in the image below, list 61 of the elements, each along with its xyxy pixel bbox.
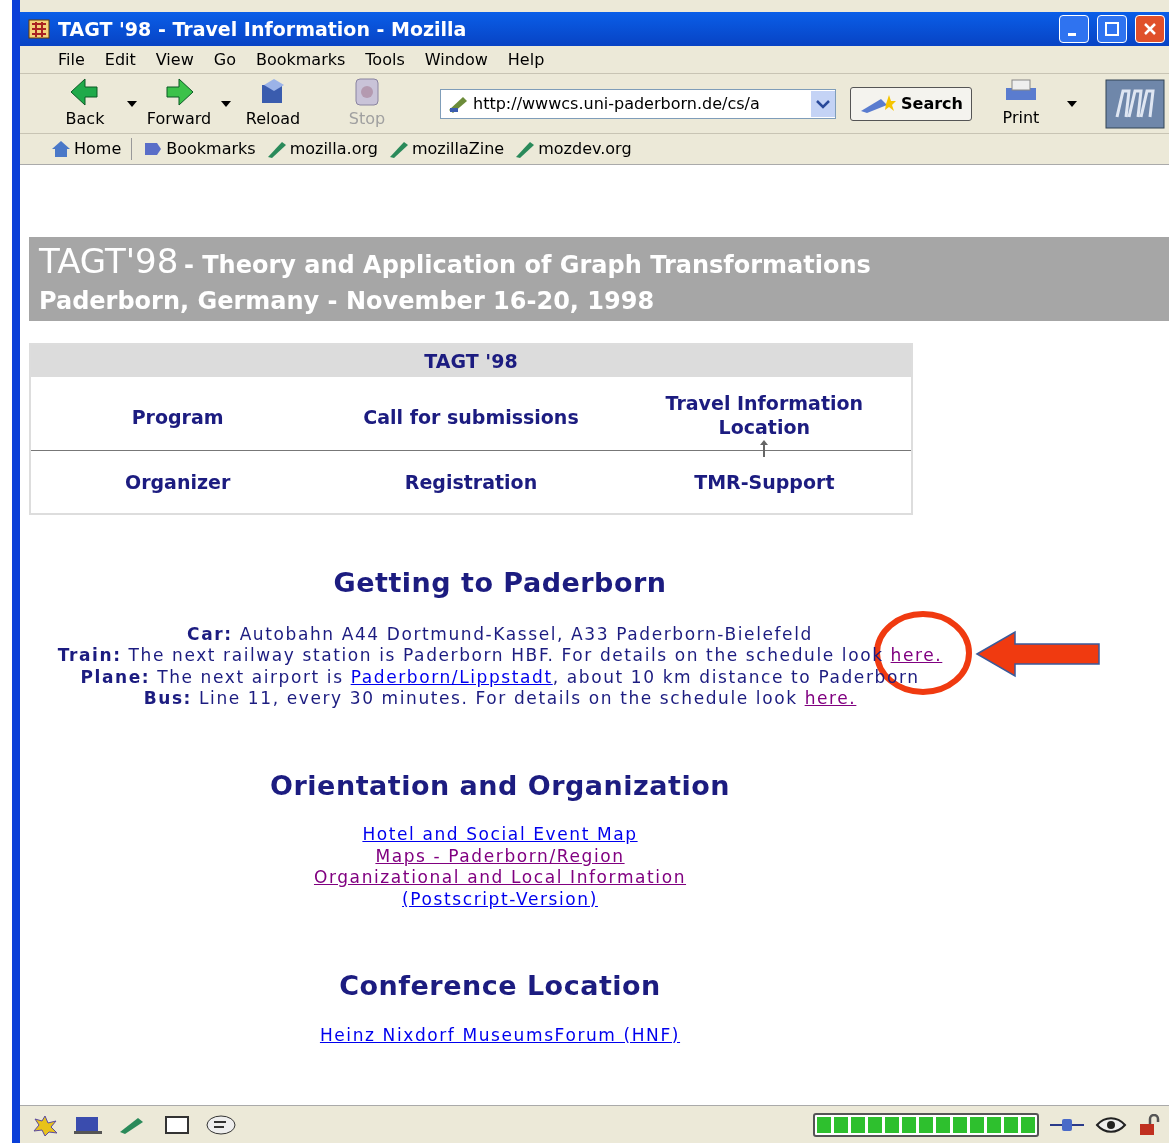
stop-icon [352, 76, 382, 107]
text-link[interactable]: (Postscript-Version) [402, 888, 598, 910]
close-icon [1142, 21, 1158, 37]
section-heading: Getting to Paderborn [333, 566, 667, 600]
minimize-button[interactable] [1059, 15, 1089, 43]
house-icon [50, 139, 72, 159]
caret-icon[interactable] [1065, 99, 1078, 108]
menu-item[interactable]: Help [499, 47, 553, 72]
nav-link[interactable]: Program [57, 405, 298, 429]
bookmark-link[interactable]: mozdev.org [514, 137, 632, 161]
section-heading: Orientation and Organization [270, 768, 730, 803]
window-title: TAGT '98 - Travel Information - Mozilla [58, 16, 468, 42]
close-button[interactable] [1135, 15, 1165, 43]
text-link[interactable]: Paderborn/Lippstadt [350, 666, 553, 687]
caret-icon[interactable] [126, 99, 138, 108]
print-button[interactable]: Print [1001, 77, 1040, 130]
banner-subtitle: Paderborn, Germany - November 16-20, 1998 [39, 285, 656, 316]
app-icon [28, 19, 50, 39]
menu-item[interactable]: Go [205, 47, 244, 72]
nav-link[interactable]: Registration [351, 470, 591, 494]
text-link[interactable]: here. [804, 688, 857, 708]
text-link[interactable]: Hotel and Social Event Map [362, 824, 638, 846]
pen-icon [387, 139, 410, 159]
menu-item[interactable]: View [147, 47, 202, 72]
menu-item[interactable]: File [50, 47, 93, 72]
toolbar-button[interactable]: Reload [238, 76, 308, 131]
url-field[interactable]: http://wwwcs.uni-paderborn.de/cs/a [440, 88, 836, 119]
bookmark-link[interactable]: mozillaZine [387, 137, 505, 161]
info-line: Bus: Line 11, every 30 minutes. For details on the schedule look here. [143, 688, 857, 710]
nav-link[interactable]: Organizer [57, 470, 298, 494]
nav-link[interactable]: TMR-Support [644, 470, 885, 494]
bookmark-link[interactable]: Bookmarks [142, 137, 256, 161]
search-button[interactable]: Search [850, 86, 972, 121]
maximize-button[interactable] [1097, 15, 1127, 43]
text-link[interactable]: Organizational and Local Information [313, 867, 687, 889]
menu-item[interactable]: Edit [96, 47, 144, 72]
toolbar-button[interactable]: Back [50, 76, 120, 131]
minimize-icon [1068, 32, 1076, 36]
banner-title: TAGT'98 - Theory and Application of Graph Transformations [39, 242, 872, 283]
nav-link[interactable]: Travel Information Location [644, 377, 885, 457]
chat-icon[interactable] [204, 1113, 238, 1136]
mozilla-logo [1105, 78, 1165, 129]
menu-item[interactable]: Window [416, 47, 496, 72]
menu-item[interactable]: Tools [357, 47, 413, 72]
text-link[interactable]: here. [890, 645, 943, 665]
dropdown-icon[interactable] [811, 90, 835, 117]
nav-title: TAGT '98 [31, 345, 911, 377]
bookmark-link[interactable]: mozilla.org [265, 137, 378, 161]
toolbar-button[interactable]: Forward [144, 76, 214, 131]
maximize-icon [1104, 21, 1120, 37]
up-arrow-icon [759, 439, 770, 457]
caret-icon[interactable] [220, 99, 232, 108]
pen-icon [265, 139, 288, 159]
menu-item[interactable]: Bookmarks [247, 47, 354, 72]
text-link[interactable]: Maps - Paderborn/Region [375, 845, 625, 867]
info-line: Car: Autobahn A44 Dortmund-Kassel, A33 Paderborn-Bielefeld [187, 623, 813, 645]
bookmark-link[interactable]: Home [50, 137, 122, 161]
section-heading: Conference Location [339, 969, 661, 1003]
text-link[interactable]: Heinz Nixdorf MuseumsForum (HNF) [319, 1024, 681, 1046]
nav-link[interactable]: Call for submissions [351, 405, 591, 429]
eye-icon [1095, 1114, 1127, 1135]
